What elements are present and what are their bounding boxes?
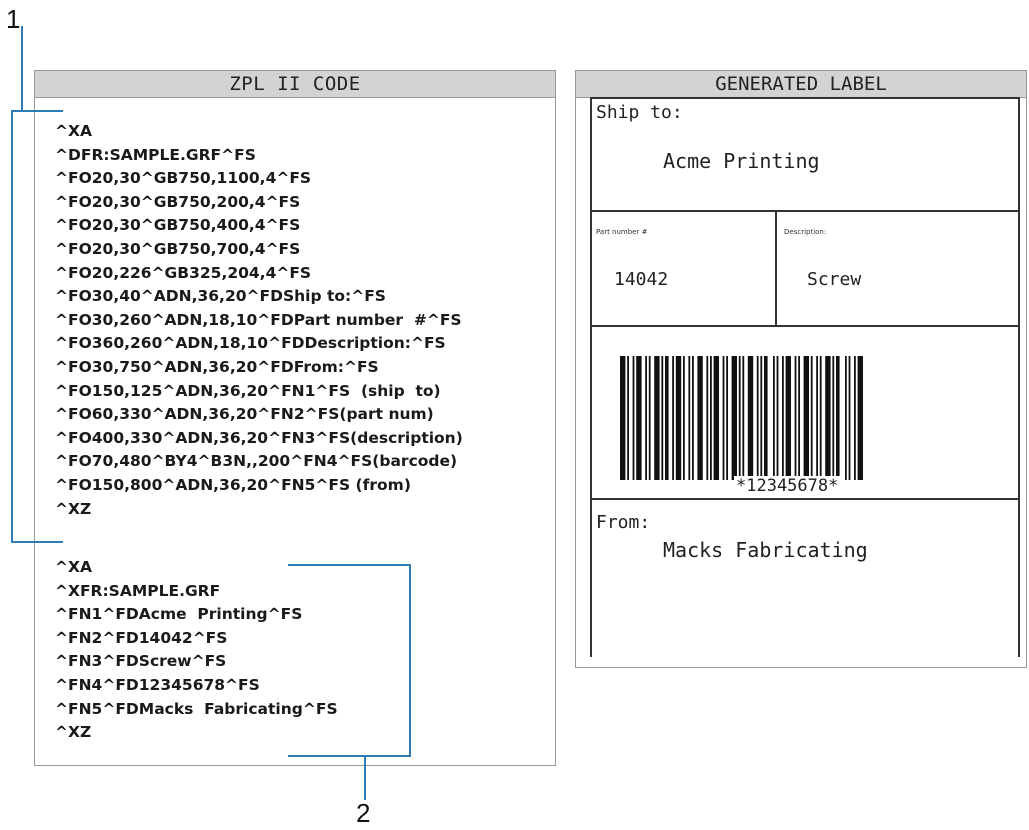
bracket-2: [288, 564, 411, 757]
bracket-overlay: [11, 26, 411, 800]
bracket-1: [11, 110, 63, 543]
